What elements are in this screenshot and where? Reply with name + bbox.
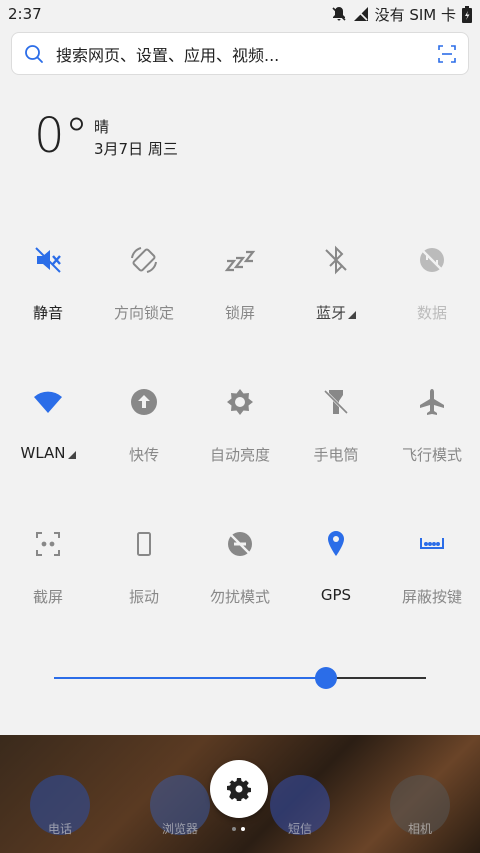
keyboard-block-icon: [420, 538, 444, 549]
tile-label-wrap: 蓝牙: [288, 302, 384, 323]
rotation-lock-icon: [131, 247, 157, 273]
dock-label: 相机: [407, 822, 432, 836]
tile-do-not-disturb[interactable]: 勿扰模式: [192, 528, 288, 628]
tile-label: 静音: [32, 304, 63, 322]
page-indicator: [232, 827, 245, 831]
settings-button[interactable]: [210, 760, 268, 818]
gear-icon: [227, 778, 251, 801]
status-time: 2:37: [8, 5, 42, 23]
tile-mobile-data[interactable]: 数据: [384, 244, 480, 344]
tile-bluetooth[interactable]: 蓝牙: [288, 244, 384, 344]
tile-screenshot[interactable]: 截屏: [0, 528, 96, 628]
slider-fill: [54, 677, 326, 679]
tile-flashlight[interactable]: 手电筒: [288, 386, 384, 486]
tile-mute[interactable]: 静音: [0, 244, 96, 344]
flashlight-off-icon: [323, 389, 349, 415]
wifi-icon: [34, 391, 62, 413]
tile-quick-transfer[interactable]: 快传: [96, 386, 192, 486]
weather-info: 晴 3月7日 周三: [94, 116, 178, 160]
expand-indicator: [348, 311, 356, 319]
status-icons: 没有 SIM 卡: [331, 4, 472, 25]
notifications-off-icon: [331, 7, 346, 21]
weather-condition: 晴: [94, 118, 110, 136]
tile-gps[interactable]: GPS: [288, 528, 384, 628]
sleep-icon: [224, 250, 256, 272]
tile-label: 锁屏: [224, 304, 255, 322]
screenshot-icon: [36, 532, 60, 556]
scan-icon[interactable]: [438, 44, 456, 63]
battery-icon: [462, 5, 472, 23]
carrier-text: 没有 SIM 卡: [374, 5, 456, 24]
tile-label: 飞行模式: [401, 446, 462, 464]
tile-label: 数据: [416, 304, 447, 322]
page-dot-active: [241, 827, 245, 831]
tile-label-wrap: WLAN: [0, 444, 96, 462]
status-bar: 2:37 没有 SIM 卡: [0, 0, 480, 28]
page-dot: [232, 827, 236, 831]
search-icon: [25, 44, 43, 63]
dock-label: 短信: [287, 822, 312, 836]
tile-label: 方向锁定: [113, 304, 174, 322]
bluetooth-off-icon: [325, 245, 347, 275]
data-off-icon: [420, 248, 444, 272]
slider-thumb[interactable]: [314, 667, 337, 689]
no-signal-icon: [353, 7, 368, 21]
tile-label: GPS: [320, 586, 352, 604]
tile-label: 自动亮度: [209, 446, 270, 464]
upload-icon: [131, 389, 157, 415]
search-input[interactable]: 搜索网页、设置、应用、视频...: [56, 42, 438, 66]
location-icon: [328, 531, 344, 556]
dock-label: 浏览器: [161, 822, 198, 836]
brightness-icon: [227, 389, 253, 415]
dnd-icon: [228, 532, 252, 556]
tile-label: 振动: [128, 588, 159, 606]
tile-label: 快传: [128, 446, 159, 464]
tile-label: 蓝牙: [315, 304, 346, 322]
search-bar[interactable]: 搜索网页、设置、应用、视频...: [11, 32, 469, 75]
tile-lock-screen[interactable]: 锁屏: [192, 244, 288, 344]
airplane-icon: [420, 389, 444, 415]
dock-label: 电话: [47, 822, 72, 836]
vibrate-icon: [137, 532, 151, 556]
tile-auto-brightness[interactable]: 自动亮度: [192, 386, 288, 486]
tile-label: 手电筒: [313, 446, 359, 464]
brightness-slider[interactable]: [54, 667, 426, 689]
temperature: 0°: [34, 108, 89, 164]
tile-block-keys[interactable]: 屏蔽按键: [384, 528, 480, 628]
tile-label: 截屏: [32, 588, 63, 606]
tile-label: 勿扰模式: [209, 588, 270, 606]
tile-label: WLAN: [20, 444, 66, 462]
tile-wlan[interactable]: WLAN: [0, 386, 96, 486]
expand-indicator: [67, 451, 76, 459]
tile-label: 屏蔽按键: [401, 588, 462, 606]
mute-icon: [35, 247, 61, 273]
tile-vibrate[interactable]: 振动: [96, 528, 192, 628]
tile-airplane-mode[interactable]: 飞行模式: [384, 386, 480, 486]
tile-rotation-lock[interactable]: 方向锁定: [96, 244, 192, 344]
weather-date: 3月7日 周三: [94, 140, 178, 158]
